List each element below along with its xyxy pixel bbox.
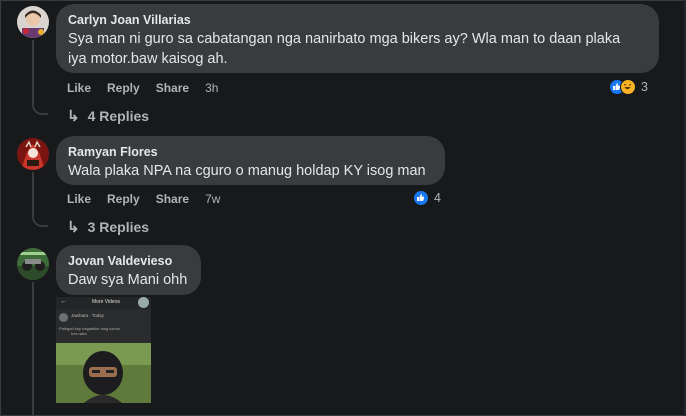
share-button[interactable]: Share bbox=[156, 192, 189, 206]
like-button[interactable]: Like bbox=[67, 81, 91, 95]
comment-bubble: Jovan Valdevieso Daw sya Mani ohh bbox=[56, 245, 201, 295]
avatar[interactable] bbox=[17, 138, 49, 170]
attachment-screenshot[interactable]: ← More Videos Jawhara · Today Pahigad ka… bbox=[56, 297, 151, 403]
profile-icon bbox=[138, 297, 149, 308]
comment-author[interactable]: Carlyn Joan Villarias bbox=[68, 12, 647, 28]
reaction-count: 4 bbox=[434, 191, 441, 205]
thread-line bbox=[32, 40, 34, 102]
comment-author[interactable]: Jovan Valdevieso bbox=[68, 253, 189, 269]
comment-text: Sya man ni guro sa cabatangan nga nanirb… bbox=[68, 31, 621, 47]
comment-bubble: Carlyn Joan Villarias Sya man ni guro sa… bbox=[56, 4, 659, 73]
avatar-image bbox=[17, 138, 49, 170]
reaction-summary[interactable]: 3 bbox=[609, 79, 648, 95]
reaction-count: 3 bbox=[641, 80, 648, 94]
replies-count: 4 Replies bbox=[87, 108, 150, 124]
post-avatar bbox=[59, 313, 68, 322]
comment-timestamp[interactable]: 3h bbox=[205, 81, 218, 95]
view-replies-link[interactable]: ↳ 3 Replies bbox=[67, 218, 149, 236]
reply-arrow-icon: ↳ bbox=[67, 219, 80, 236]
avatar-image bbox=[17, 6, 49, 38]
thread-line bbox=[32, 172, 34, 214]
reaction-summary[interactable]: 4 bbox=[413, 190, 441, 206]
like-button[interactable]: Like bbox=[67, 192, 91, 206]
comment-timestamp[interactable]: 7w bbox=[205, 192, 220, 206]
avatar[interactable] bbox=[17, 248, 49, 280]
attachment-title: More Videos bbox=[92, 299, 120, 305]
like-icon bbox=[413, 190, 429, 206]
replies-count: 3 Replies bbox=[87, 219, 150, 235]
avatar[interactable] bbox=[17, 6, 49, 38]
comment-text: Daw sya Mani ohh bbox=[68, 272, 188, 288]
reply-button[interactable]: Reply bbox=[107, 192, 140, 206]
post-text: Pahigad kay nagtabike lang kamui bbox=[59, 326, 120, 331]
video-thumbnail bbox=[56, 343, 151, 403]
comment-text: iya motor.baw kaisog ah. bbox=[68, 51, 228, 67]
haha-icon bbox=[620, 79, 636, 95]
comment-text: Wala plaka NPA na cguro o manug holdap K… bbox=[68, 163, 426, 179]
reply-arrow-icon: ↳ bbox=[67, 108, 80, 125]
post-text: bes raba bbox=[71, 331, 87, 336]
comment-author[interactable]: Ramyan Flores bbox=[68, 144, 433, 160]
back-arrow-icon: ← bbox=[60, 298, 67, 305]
thread-line bbox=[32, 282, 34, 416]
share-button[interactable]: Share bbox=[156, 81, 189, 95]
avatar-image bbox=[17, 248, 49, 280]
comment-actions: Like Reply Share 7w bbox=[67, 192, 236, 206]
reply-button[interactable]: Reply bbox=[107, 81, 140, 95]
view-replies-link[interactable]: ↳ 4 Replies bbox=[67, 107, 149, 125]
attachment-header: ← More Videos bbox=[56, 297, 151, 309]
comment-bubble: Ramyan Flores Wala plaka NPA na cguro o … bbox=[56, 136, 445, 185]
post-author: Jawhara · Today bbox=[71, 313, 104, 318]
comment-actions: Like Reply Share 3h bbox=[67, 81, 234, 95]
